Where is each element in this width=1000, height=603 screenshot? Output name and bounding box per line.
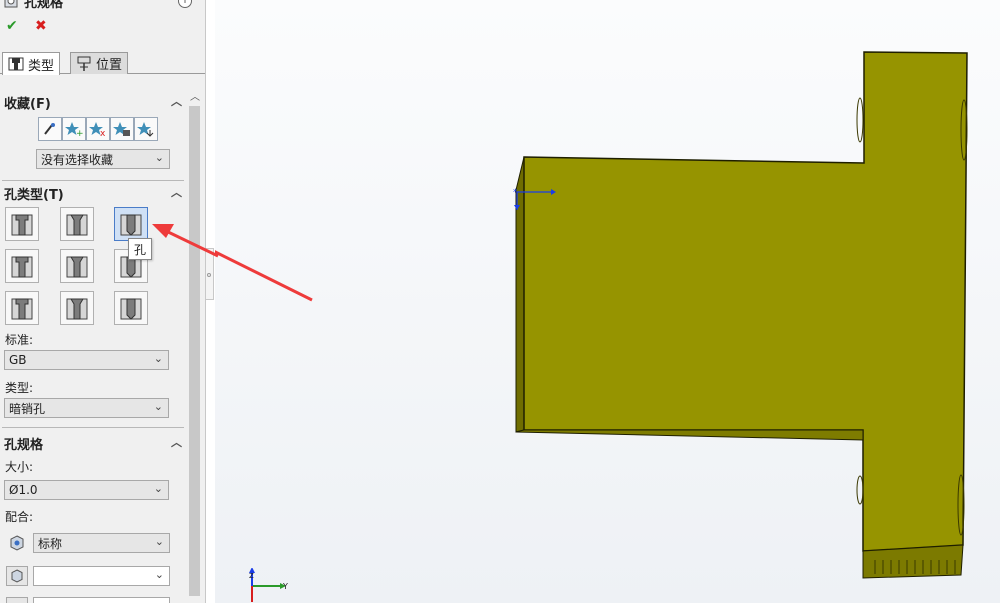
graphics-area[interactable]: * [215,0,1000,603]
hole-type-button-counterbore-slot[interactable] [5,291,39,325]
collapse-favorites-icon[interactable]: ︿ [171,93,182,109]
size-select[interactable]: Ø1.0 ⌄ [4,480,169,500]
delete-favorite-icon: x [89,122,106,137]
annotation-arrow-head [152,224,219,258]
ok-button[interactable]: ✔ [6,18,18,34]
scroll-thumb[interactable] [189,106,200,596]
chevron-down-icon: ⌄ [153,400,163,413]
favorites-select[interactable]: 没有选择收藏 ⌄ [36,149,170,169]
standard-label: 标准: [5,333,34,347]
view-triad: Y Z [249,568,288,602]
apply-defaults-button[interactable] [38,117,62,141]
panel-title: 孔规格 [4,0,64,11]
standard-select-value: GB [9,353,27,367]
add-favorite-button[interactable]: + [62,117,86,141]
hole-type-button-countersink-slot[interactable] [60,291,94,325]
chevron-down-icon: ⌄ [153,482,163,495]
counterbore-icon [11,214,33,236]
collapse-hole-type-icon[interactable]: ︿ [171,184,182,200]
favorites-header-label: 收藏(F) [4,96,51,112]
extra-select[interactable]: ⌄ [33,566,170,586]
3d-part[interactable] [515,51,968,579]
tapered-tap-icon [66,256,88,278]
apply-defaults-icon [44,123,55,135]
option-select[interactable] [33,597,170,603]
cancel-button[interactable]: ✖ [35,18,47,34]
straight-tap-icon [11,256,33,278]
hole-type-button-counterbore[interactable] [5,207,39,241]
hole-spec-header[interactable]: 孔规格 ︿ [4,434,182,453]
part-main-face [523,51,968,552]
countersink-slot-icon [66,298,88,320]
add-favorite-icon: + [65,122,83,137]
standard-select[interactable]: GB ⌄ [4,350,169,370]
divider [2,180,184,181]
hole-type-icon [8,57,24,71]
tooltip-text: 孔 [133,242,146,257]
panel-scrollbar[interactable]: ︿ [187,88,203,603]
hole-wizard-icon [4,0,18,8]
option-icon[interactable] [6,597,28,603]
fit-label: 配合: [5,510,34,524]
scroll-up-icon[interactable]: ︿ [187,88,203,103]
fit-icon [6,533,28,553]
tab-type-label: 类型 [28,58,55,74]
svg-text:*: * [513,188,518,198]
size-label: 大小: [5,460,34,474]
model-view: * [215,51,968,579]
tab-position-label: 位置 [96,58,123,73]
hole-spec-header-label: 孔规格 [4,437,44,453]
slot-icon [120,298,142,320]
save-favorite-button[interactable] [110,117,134,141]
panel-title-text: 孔规格 [24,0,64,11]
tab-type[interactable]: 类型 [2,52,61,75]
tab-bar: 类型 位置 [0,50,205,75]
triad-z-label: Z [249,572,254,580]
divider [2,427,184,428]
favorites-select-value: 没有选择收藏 [41,152,114,167]
type-select[interactable]: 暗销孔 ⌄ [4,398,169,418]
custom-size-icon[interactable] [6,566,28,586]
load-favorite-icon [137,122,154,137]
part-bottom-face [515,429,864,441]
type-select-value: 暗销孔 [9,401,46,416]
chevron-down-icon: ⌄ [154,535,164,548]
hole-type-button-countersink[interactable] [60,207,94,241]
position-icon [77,56,91,71]
delete-favorite-button[interactable]: x [86,117,110,141]
hole-type-button-slot[interactable] [114,291,148,325]
help-icon[interactable]: i [178,0,192,8]
size-select-value: Ø1.0 [9,483,38,497]
svg-text:x: x [100,129,106,137]
triad-y-label: Y [282,582,288,591]
favorites-toolbar: + x [38,117,158,141]
chevron-down-icon: ⌄ [154,568,164,581]
hole-icon [120,214,142,236]
tooltip: 孔 [128,238,152,260]
hole-type-button-hole[interactable] [114,207,148,241]
hole-type-button-straight-tap[interactable] [5,249,39,283]
property-manager-panel: 孔规格 i ✔ ✖ 类型 位置 收藏(F) ︿ + x 没有选择收藏 ⌄ 孔类型… [0,0,206,603]
type-label: 类型: [5,381,34,395]
fit-select-value: 标称 [38,536,63,551]
collapse-hole-spec-icon[interactable]: ︿ [171,434,182,450]
tab-position[interactable]: 位置 [70,52,129,74]
hole-type-header-label: 孔类型(T) [4,187,64,203]
svg-text:+: + [76,129,83,137]
load-favorite-button[interactable] [134,117,158,141]
chevron-down-icon: ⌄ [154,151,164,164]
annotation-arrow [215,250,313,302]
countersink-icon [66,214,88,236]
favorites-header[interactable]: 收藏(F) ︿ [4,93,182,112]
save-favorite-icon [113,122,130,136]
fit-select[interactable]: 标称 ⌄ [33,533,170,553]
chevron-down-icon: ⌄ [153,352,163,365]
counterbore-slot-icon [11,298,33,320]
hole-type-header[interactable]: 孔类型(T) ︿ [4,184,182,203]
hole-type-button-tapered-tap[interactable] [60,249,94,283]
